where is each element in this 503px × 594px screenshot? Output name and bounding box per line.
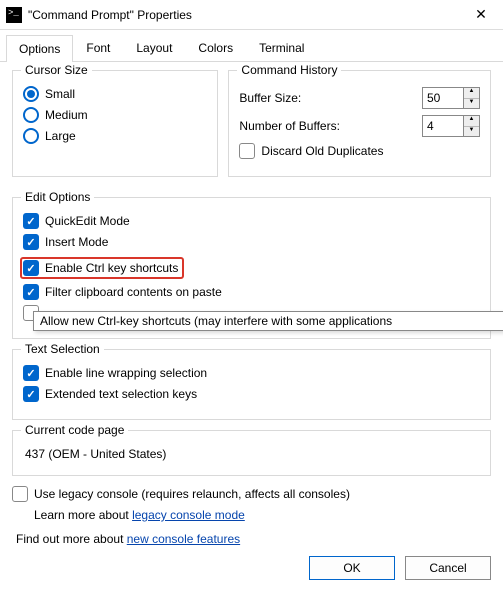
link-new-console-features[interactable]: new console features xyxy=(127,532,240,546)
group-command-history: Command History Buffer Size: ▲▼ Number o… xyxy=(228,70,491,177)
link-legacy-console[interactable]: legacy console mode xyxy=(132,508,245,522)
radio-large[interactable]: Large xyxy=(23,128,207,144)
checkbox-icon xyxy=(23,213,39,229)
checkbox-icon xyxy=(23,234,39,250)
check-insert-mode[interactable]: Insert Mode xyxy=(23,234,480,250)
legend-edit-options: Edit Options xyxy=(21,190,94,204)
checkbox-label: Discard Old Duplicates xyxy=(261,144,383,158)
check-filter-clipboard[interactable]: Filter clipboard contents on paste xyxy=(23,284,480,300)
legend-command-history: Command History xyxy=(237,63,341,77)
legend-text-selection: Text Selection xyxy=(21,342,104,356)
checkbox-label: Filter clipboard contents on paste xyxy=(45,285,222,299)
tab-options[interactable]: Options xyxy=(6,35,73,62)
tooltip-ctrl-shortcuts: Allow new Ctrl-key shortcuts (may interf… xyxy=(33,311,503,331)
checkbox-icon xyxy=(23,365,39,381)
radio-label: Small xyxy=(45,87,75,101)
group-cursor-size: Cursor Size Small Medium Large xyxy=(12,70,218,177)
tab-terminal[interactable]: Terminal xyxy=(246,34,317,61)
highlight-ctrl-shortcuts: Enable Ctrl key shortcuts xyxy=(20,257,184,279)
spin-buttons[interactable]: ▲▼ xyxy=(464,115,480,137)
radio-icon xyxy=(23,107,39,123)
radio-icon xyxy=(23,86,39,102)
input-num-buffers[interactable] xyxy=(422,115,464,137)
check-extended-selection[interactable]: Extended text selection keys xyxy=(23,386,480,402)
label-buffer-size: Buffer Size: xyxy=(239,91,422,105)
spinner-num-buffers[interactable]: ▲▼ xyxy=(422,115,480,137)
tab-layout[interactable]: Layout xyxy=(123,34,185,61)
ok-button[interactable]: OK xyxy=(309,556,395,580)
checkbox-label: Extended text selection keys xyxy=(45,387,197,401)
learn-more-legacy: Learn more about legacy console mode xyxy=(34,508,491,522)
app-icon xyxy=(6,7,22,23)
find-out-more: Find out more about new console features xyxy=(16,532,491,546)
checkbox-label: Insert Mode xyxy=(45,235,108,249)
label-num-buffers: Number of Buffers: xyxy=(239,119,422,133)
check-quickedit[interactable]: QuickEdit Mode xyxy=(23,213,480,229)
checkbox-label: QuickEdit Mode xyxy=(45,214,130,228)
code-page-value: 437 (OEM - United States) xyxy=(25,447,478,461)
check-line-wrapping[interactable]: Enable line wrapping selection xyxy=(23,365,480,381)
check-legacy-console[interactable]: Use legacy console (requires relaunch, a… xyxy=(12,486,491,502)
checkbox-icon xyxy=(23,284,39,300)
group-code-page: Current code page 437 (OEM - United Stat… xyxy=(12,430,491,476)
checkbox-label: Enable line wrapping selection xyxy=(45,366,207,380)
radio-medium[interactable]: Medium xyxy=(23,107,207,123)
radio-label: Large xyxy=(45,129,76,143)
tabstrip: Options Font Layout Colors Terminal xyxy=(0,30,503,62)
checkbox-label: Use legacy console (requires relaunch, a… xyxy=(34,487,350,501)
legend-code-page: Current code page xyxy=(21,423,128,437)
tab-font[interactable]: Font xyxy=(73,34,123,61)
input-buffer-size[interactable] xyxy=(422,87,464,109)
checkbox-icon xyxy=(23,386,39,402)
cancel-button[interactable]: Cancel xyxy=(405,556,491,580)
radio-small[interactable]: Small xyxy=(23,86,207,102)
legend-cursor-size: Cursor Size xyxy=(21,63,92,77)
radio-label: Medium xyxy=(45,108,88,122)
radio-icon xyxy=(23,128,39,144)
check-ctrl-shortcuts[interactable]: Enable Ctrl key shortcuts xyxy=(23,260,178,276)
spinner-buffer-size[interactable]: ▲▼ xyxy=(422,87,480,109)
tab-colors[interactable]: Colors xyxy=(185,34,246,61)
titlebar: "Command Prompt" Properties ✕ xyxy=(0,0,503,30)
spin-buttons[interactable]: ▲▼ xyxy=(464,87,480,109)
checkbox-icon xyxy=(12,486,28,502)
close-button[interactable]: ✕ xyxy=(461,0,501,30)
check-discard-duplicates[interactable]: Discard Old Duplicates xyxy=(239,143,480,159)
window-title: "Command Prompt" Properties xyxy=(28,8,461,22)
checkbox-label: Enable Ctrl key shortcuts xyxy=(45,261,178,275)
checkbox-icon xyxy=(23,260,39,276)
checkbox-icon xyxy=(239,143,255,159)
group-text-selection: Text Selection Enable line wrapping sele… xyxy=(12,349,491,420)
